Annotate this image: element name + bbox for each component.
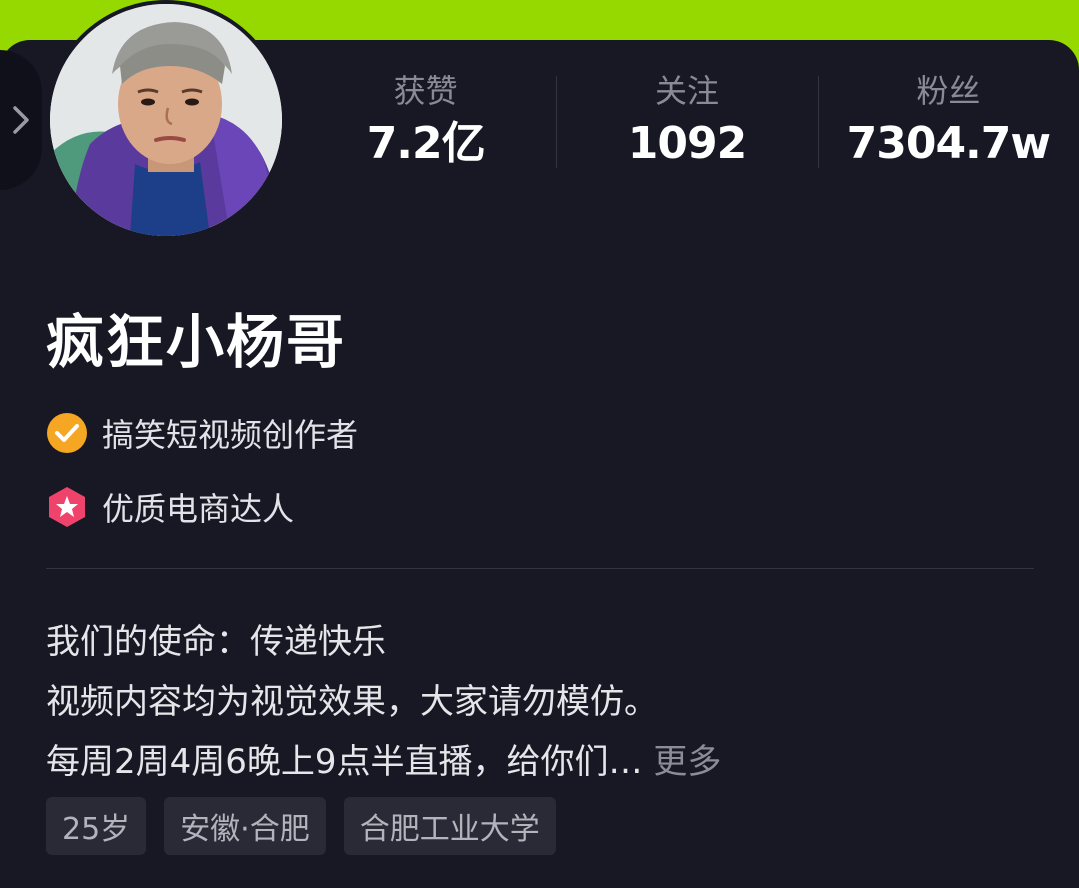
bio-more-link[interactable]: 更多 (653, 742, 721, 782)
bio-line: 每周2周4周6晚上9点半直播，给你们… (46, 742, 643, 782)
stat-value: 7304.7w (846, 118, 1051, 169)
bio-line-last: 每周2周4周6晚上9点半直播，给你们… 更多 (46, 732, 1036, 792)
stat-label: 获赞 (393, 72, 458, 110)
badge-label: 搞笑短视频创作者 (102, 416, 359, 454)
avatar[interactable] (46, 0, 286, 240)
star-hexagon-icon (49, 487, 85, 527)
stat-label: 关注 (654, 72, 719, 110)
bio: 我们的使命：传递快乐 视频内容均为视觉效果，大家请勿模仿。 每周2周4周6晚上9… (46, 612, 1036, 792)
stat-value: 1092 (627, 118, 747, 169)
profile-tags: 25岁 安徽·合肥 合肥工业大学 (46, 797, 556, 855)
bio-line: 视频内容均为视觉效果，大家请勿模仿。 (46, 682, 658, 722)
tag-school[interactable]: 合肥工业大学 (343, 797, 556, 855)
ecommerce-badge[interactable]: 优质电商达人 (46, 484, 294, 530)
tag-age[interactable]: 25岁 (46, 797, 147, 855)
stat-likes[interactable]: 获赞 7.2亿 (295, 70, 556, 170)
stat-label: 粉丝 (916, 72, 981, 110)
stats-bar: 获赞 7.2亿 关注 1092 粉丝 7304.7w (295, 70, 1079, 170)
profile-name: 疯狂小杨哥 (46, 308, 347, 376)
stat-following[interactable]: 关注 1092 (556, 70, 817, 170)
stat-followers[interactable]: 粉丝 7304.7w (817, 70, 1079, 170)
divider (46, 568, 1034, 569)
stat-value: 7.2亿 (366, 118, 486, 169)
chevron-right-icon (13, 106, 29, 134)
bio-line: 我们的使命：传递快乐 (46, 622, 386, 662)
avatar-image (50, 4, 282, 236)
expand-sidebar-button[interactable] (0, 50, 42, 190)
badge-label: 优质电商达人 (102, 490, 295, 528)
tag-location[interactable]: 安徽·合肥 (164, 797, 326, 855)
creator-badge[interactable]: 搞笑短视频创作者 (46, 410, 358, 456)
verified-check-icon (47, 413, 87, 453)
